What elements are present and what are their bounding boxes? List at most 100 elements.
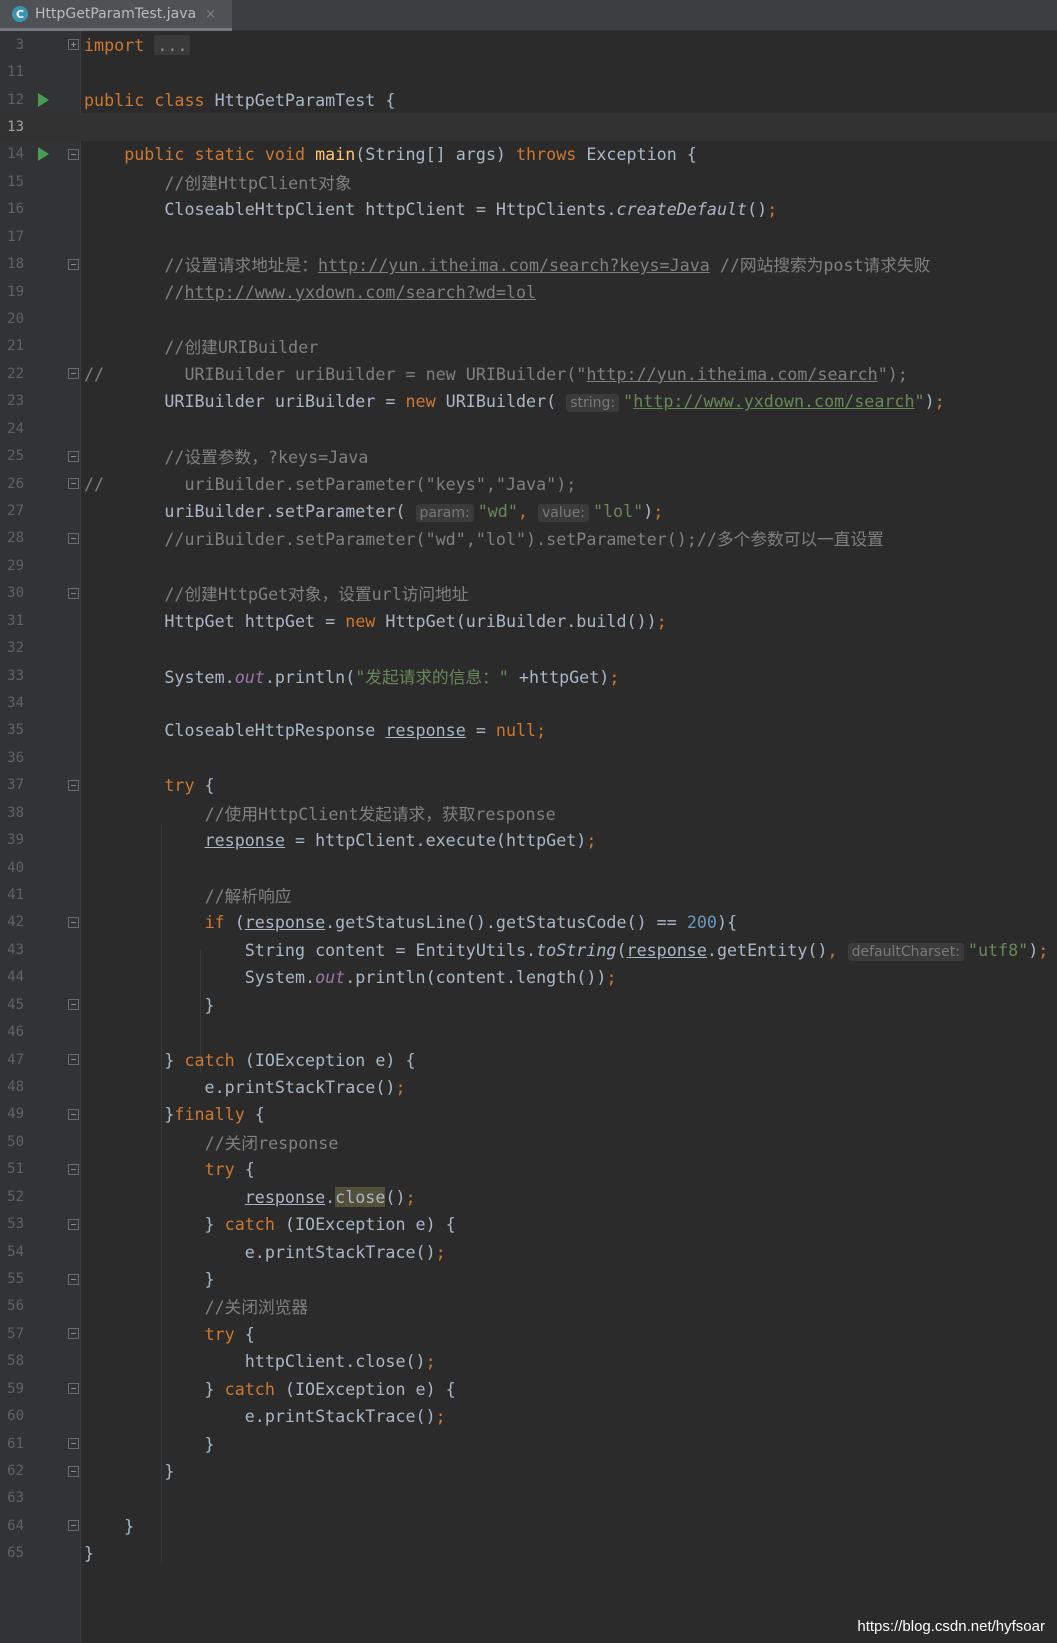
- line-number: 58: [7, 1353, 24, 1370]
- collapse-fold-icon[interactable]: [68, 916, 79, 928]
- code-line[interactable]: 26 // uriBuilder.setParameter("keys","Jav…: [0, 470, 1057, 497]
- code-line[interactable]: 3 import ...: [0, 31, 1057, 58]
- code-line[interactable]: 27 uriBuilder.setParameter( param: "wd", …: [0, 497, 1057, 524]
- code-line[interactable]: 61 }: [0, 1430, 1057, 1457]
- code-line[interactable]: 23 URIBuilder uriBuilder = new URIBuilde…: [0, 388, 1057, 415]
- code-line[interactable]: 20: [0, 305, 1057, 332]
- code-line[interactable]: 17: [0, 223, 1057, 250]
- line-number: 27: [7, 503, 24, 519]
- collapse-fold-icon[interactable]: [68, 368, 79, 380]
- code-text: response.close();: [244, 1186, 416, 1207]
- code-line[interactable]: 35 CloseableHttpResponse response = null…: [0, 717, 1057, 744]
- code-line[interactable]: 52 response.close();: [0, 1183, 1057, 1210]
- code-line[interactable]: 54 e.printStackTrace();: [0, 1238, 1057, 1265]
- code-text: } catch (IOException e) {: [84, 1049, 416, 1070]
- code-line[interactable]: 19 //http://www.yxdown.com/search?wd=lol: [0, 278, 1057, 305]
- code-line[interactable]: 44 System.out.println(content.length());: [0, 964, 1057, 991]
- code-line[interactable]: 34: [0, 689, 1057, 716]
- collapse-fold-icon[interactable]: [68, 999, 79, 1011]
- file-tab[interactable]: C HttpGetParamTest.java ×: [0, 0, 232, 31]
- code-editor[interactable]: 3 import ... 11 12 public class HttpGetParam…: [0, 31, 1057, 1643]
- code-line[interactable]: 14 public static void main(String[] args…: [0, 141, 1057, 168]
- code-line[interactable]: 63: [0, 1485, 1057, 1512]
- code-line[interactable]: 46: [0, 1018, 1057, 1045]
- code-line[interactable]: 59 } catch (IOException e) {: [0, 1375, 1057, 1402]
- code-line[interactable]: 57 try {: [0, 1320, 1057, 1347]
- code-line[interactable]: 24: [0, 415, 1057, 442]
- code-line[interactable]: 60 e.printStackTrace();: [0, 1403, 1057, 1430]
- code-line[interactable]: 12 public class HttpGetParamTest {: [0, 86, 1057, 113]
- run-icon[interactable]: [38, 147, 49, 162]
- collapse-fold-icon[interactable]: [68, 1163, 79, 1175]
- code-line[interactable]: 58 httpClient.close();: [0, 1348, 1057, 1375]
- collapse-fold-icon[interactable]: [68, 1383, 79, 1395]
- code-line[interactable]: 29: [0, 552, 1057, 579]
- collapse-fold-icon[interactable]: [68, 1520, 79, 1532]
- code-line[interactable]: 38 //使用HttpClient发起请求，获取response: [0, 799, 1057, 826]
- collapse-fold-icon[interactable]: [68, 1438, 79, 1450]
- code-line[interactable]: 33 System.out.println("发起请求的信息：" +httpGe…: [0, 662, 1057, 689]
- code-line[interactable]: 16 CloseableHttpClient httpClient = Http…: [0, 196, 1057, 223]
- collapse-fold-icon[interactable]: [68, 450, 79, 462]
- code-line[interactable]: 32: [0, 634, 1057, 661]
- collapse-fold-icon[interactable]: [68, 1054, 79, 1066]
- line-number: 28: [7, 530, 24, 547]
- code-text: }: [84, 1515, 135, 1536]
- code-text: e.printStackTrace();: [84, 1406, 446, 1427]
- run-icon[interactable]: [38, 92, 49, 107]
- line-number: 20: [7, 311, 24, 327]
- line-number: 31: [7, 612, 24, 629]
- code-line[interactable]: 37 try {: [0, 772, 1057, 799]
- expand-fold-icon[interactable]: [68, 39, 79, 51]
- code-line[interactable]: 51 try {: [0, 1156, 1057, 1183]
- code-line[interactable]: 50 //关闭response: [0, 1128, 1057, 1155]
- code-line[interactable]: 28 //uriBuilder.setParameter("wd","lol")…: [0, 525, 1057, 552]
- collapse-fold-icon[interactable]: [68, 1273, 79, 1285]
- code-line[interactable]: 41 //解析响应: [0, 881, 1057, 908]
- line-number: 3: [15, 36, 24, 53]
- code-text: try {: [164, 775, 215, 796]
- collapse-fold-icon[interactable]: [68, 1218, 79, 1230]
- code-line[interactable]: 40: [0, 854, 1057, 881]
- code-line[interactable]: 45 }: [0, 991, 1057, 1018]
- collapse-fold-icon[interactable]: [68, 258, 79, 270]
- code-line[interactable]: 48 e.printStackTrace();: [0, 1073, 1057, 1100]
- code-line[interactable]: 65}: [0, 1540, 1057, 1567]
- collapse-fold-icon[interactable]: [68, 1108, 79, 1120]
- code-line[interactable]: 13: [0, 113, 1057, 141]
- code-line[interactable]: 22 // URIBuilder uriBuilder = new URIBuil…: [0, 360, 1057, 387]
- line-number: 65: [7, 1545, 24, 1562]
- code-line[interactable]: 18 //设置请求地址是：http://yun.itheima.com/sear…: [0, 250, 1057, 277]
- code-line[interactable]: 62 }: [0, 1457, 1057, 1484]
- code-line[interactable]: 43 String content = EntityUtils.toString…: [0, 936, 1057, 963]
- code-line[interactable]: 53 } catch (IOException e) {: [0, 1210, 1057, 1237]
- code-line[interactable]: 15 //创建HttpClient对象: [0, 168, 1057, 195]
- code-text: CloseableHttpClient httpClient = HttpCli…: [84, 199, 778, 220]
- editor-tab-bar: C HttpGetParamTest.java ×: [0, 0, 1057, 31]
- line-number: 12: [7, 91, 24, 108]
- collapse-fold-icon[interactable]: [68, 1328, 79, 1340]
- collapse-fold-icon[interactable]: [68, 779, 79, 791]
- code-line[interactable]: 21 //创建URIBuilder: [0, 333, 1057, 360]
- collapse-fold-icon[interactable]: [68, 587, 79, 599]
- collapse-fold-icon[interactable]: [68, 478, 79, 490]
- code-line[interactable]: 49 }finally {: [0, 1101, 1057, 1128]
- code-line[interactable]: 11: [0, 58, 1057, 85]
- code-line[interactable]: 39 response = httpClient.execute(httpGet…: [0, 826, 1057, 853]
- close-icon[interactable]: ×: [205, 7, 216, 22]
- code-line[interactable]: 56 //关闭浏览器: [0, 1293, 1057, 1320]
- collapse-fold-icon[interactable]: [68, 148, 79, 160]
- code-line[interactable]: 42 if (response.getStatusLine().getStatu…: [0, 909, 1057, 936]
- collapse-fold-icon[interactable]: [68, 1465, 79, 1477]
- code-line[interactable]: 36: [0, 744, 1057, 771]
- code-line[interactable]: 55 }: [0, 1265, 1057, 1292]
- code-line[interactable]: 47 } catch (IOException e) {: [0, 1046, 1057, 1073]
- code-line[interactable]: 30 //创建HttpGet对象，设置url访问地址: [0, 580, 1057, 607]
- code-line[interactable]: 25 //设置参数，?keys=Java: [0, 442, 1057, 469]
- collapse-fold-icon[interactable]: [68, 532, 79, 544]
- code-line[interactable]: 64 }: [0, 1512, 1057, 1539]
- code-text: uriBuilder.setParameter( param: "wd", val…: [84, 501, 664, 522]
- code-line[interactable]: 31 HttpGet httpGet = new HttpGet(uriBuil…: [0, 607, 1057, 634]
- line-number: 11: [7, 64, 24, 81]
- line-number: 29: [7, 557, 24, 574]
